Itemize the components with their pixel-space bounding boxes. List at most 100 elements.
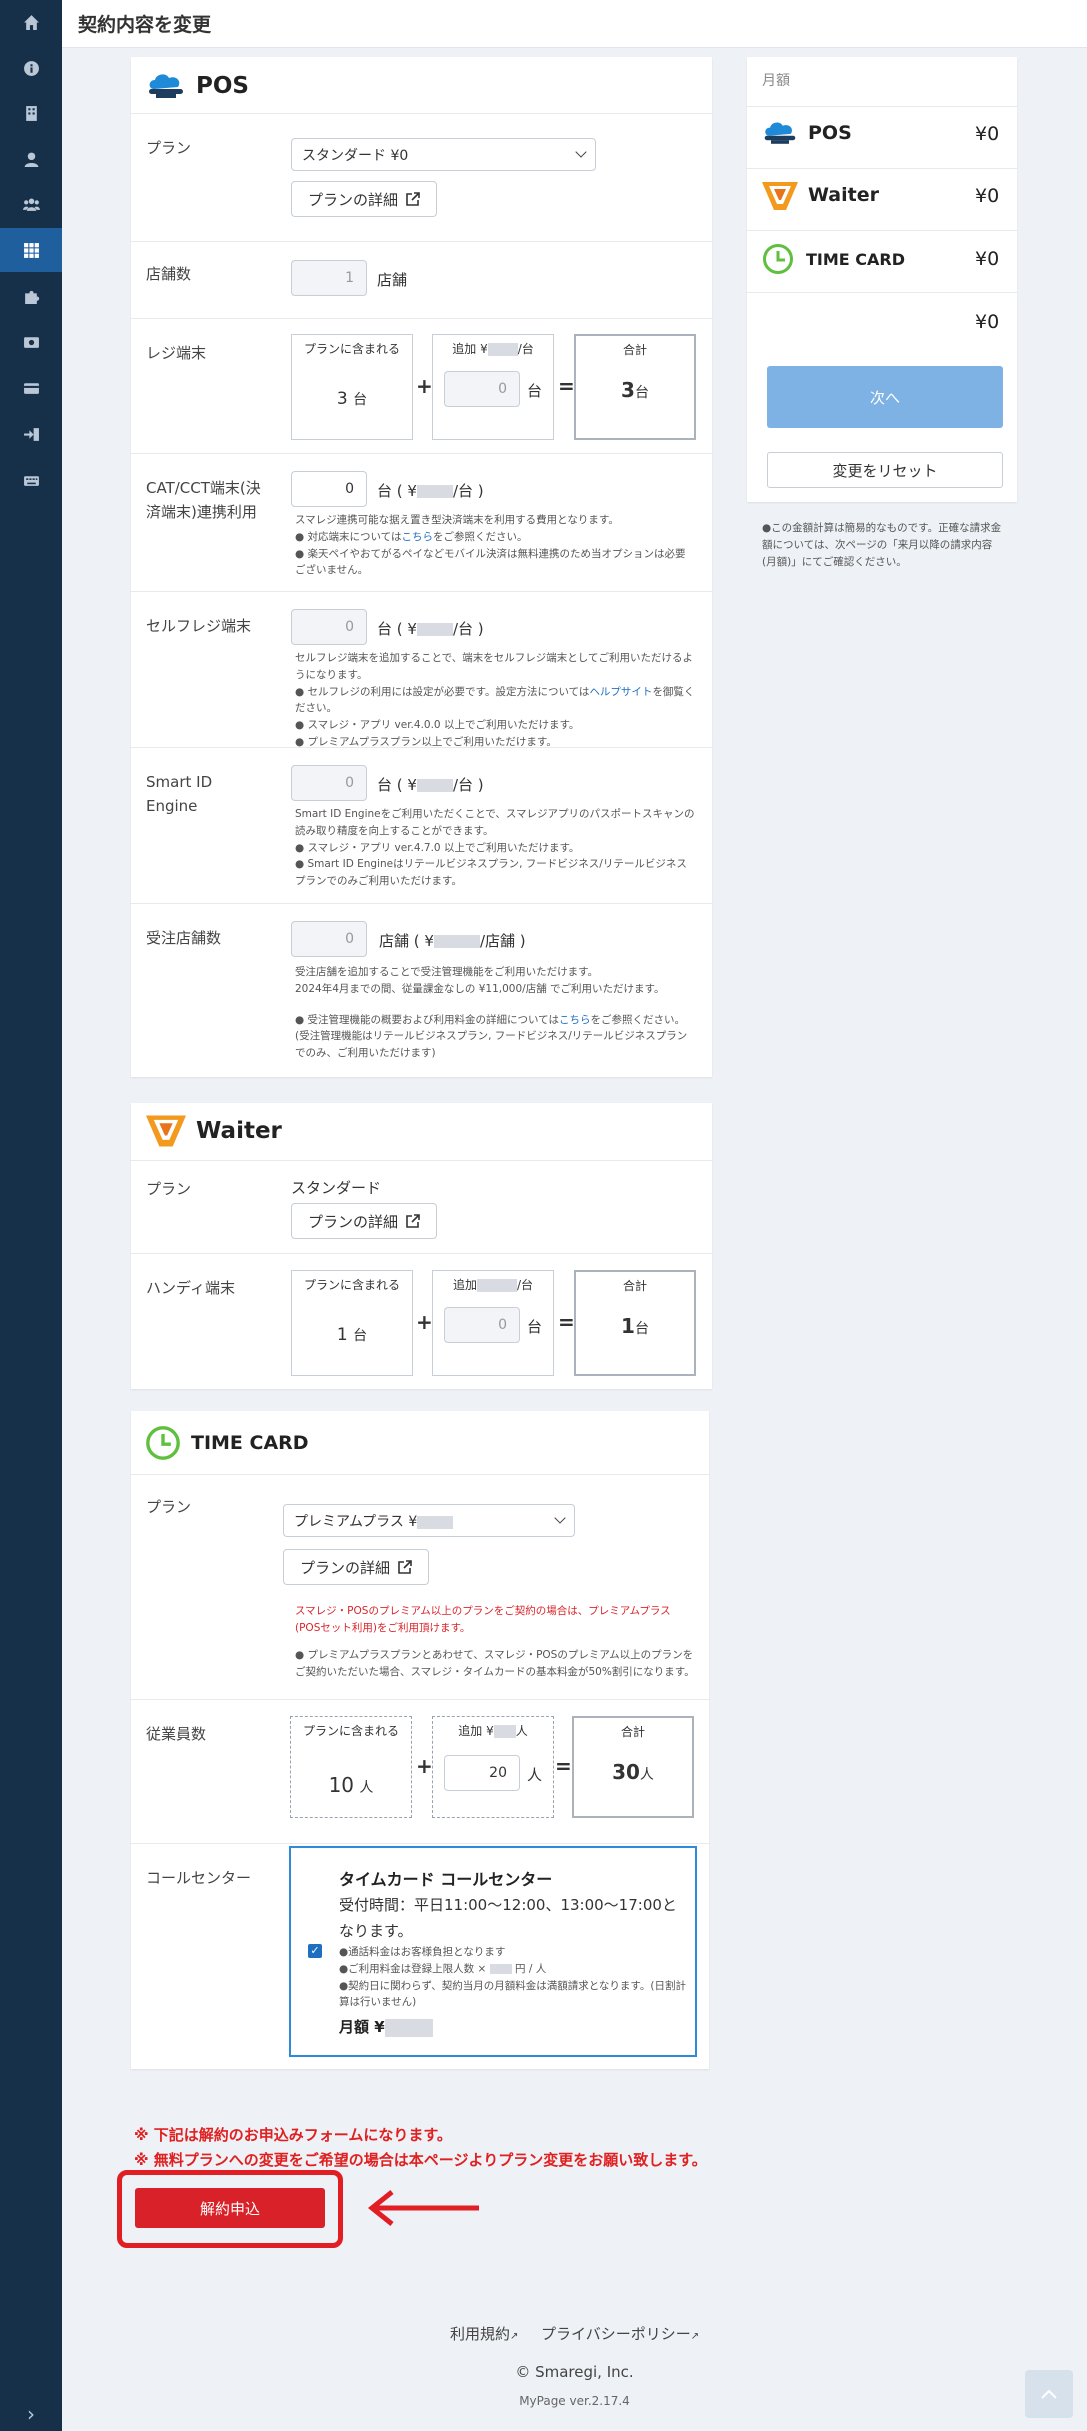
reset-button[interactable]: 変更をリセット — [767, 452, 1003, 488]
total-label: 合計 — [620, 1725, 645, 1739]
unit-label: 台 — [634, 1321, 649, 1337]
timecard-total-box: 合計 30人 — [572, 1716, 694, 1818]
pos-register-included-box: プランに含まれる 3 台 — [291, 334, 413, 440]
note-line: ● Smart ID Engineはリテールビジネスプラン, フードビジネス/リ… — [295, 858, 687, 888]
building-icon[interactable] — [15, 97, 47, 129]
waiter-handy-label: ハンディ端末 — [146, 1279, 235, 1297]
waiter-additional-box: 追加/台 0 台 — [432, 1270, 554, 1376]
note-text: ● セルフレジの利用には設定が必要です。設定方法については — [295, 685, 590, 698]
waiter-logo-icon — [146, 1115, 186, 1147]
note-line: ●通話料金はお客様負担となります — [339, 1946, 506, 1958]
unit-paren: 店舗 ( ¥ — [379, 932, 434, 950]
money-icon[interactable] — [15, 326, 47, 358]
included-value: 1 台 — [292, 1325, 412, 1345]
timecard-staff-label: 従業員数 — [146, 1725, 207, 1743]
help-site-link[interactable]: ヘルプサイト — [589, 686, 652, 698]
external-link-icon — [398, 1560, 412, 1574]
timecard-note: ● プレミアムプラスプランとあわせて、スマレジ・POSのプレミアム以上のプランを… — [295, 1649, 695, 1678]
masked-price — [476, 1279, 517, 1292]
here-link[interactable]: こちら — [401, 531, 433, 543]
next-button[interactable]: 次へ — [767, 366, 1003, 428]
pos-order-input[interactable]: 0 — [291, 921, 367, 957]
callcenter-title: タイムカード コールセンター — [339, 1870, 553, 1889]
waiter-plan-row: プラン スタンダード プランの詳細 — [131, 1160, 712, 1256]
version: MyPage ver.2.17.4 — [519, 2394, 630, 2408]
external-link-icon — [406, 192, 420, 206]
here-link[interactable]: こちら — [559, 1014, 591, 1026]
timecard-plan-select-value: プレミアムプラス ¥ — [294, 1514, 418, 1530]
summary-divider — [747, 230, 1017, 231]
note-line: ●契約日に関わらず、契約当月の月額料金は満額請求となります。(日割計算は行いませ… — [339, 1979, 686, 2009]
timecard-plan-select[interactable]: プレミアムプラス ¥ — [283, 1504, 575, 1537]
scroll-top-button[interactable] — [1025, 2370, 1073, 2418]
timecard-additional-input[interactable]: 20 — [444, 1755, 520, 1791]
puzzle-icon[interactable] — [15, 280, 47, 312]
summary-divider — [747, 168, 1017, 169]
callcenter-checkbox[interactable]: ✓ — [308, 1944, 322, 1958]
masked-price — [384, 2018, 433, 2037]
masked-price — [489, 1963, 512, 1974]
waiter-included-box: プランに含まれる 1 台 — [291, 1270, 413, 1376]
timecard-plan-detail-button[interactable]: プランの詳細 — [283, 1549, 430, 1585]
unit-paren-end: /台 ) — [452, 620, 484, 638]
equals-sign: = — [558, 374, 575, 398]
pos-order-notes: 受注店舗を追加することで受注管理機能をご利用いただけます。 2024年4月までの… — [295, 964, 695, 1062]
home-icon[interactable] — [15, 6, 47, 38]
waiter-additional-input[interactable]: 0 — [444, 1307, 520, 1343]
arrow-left-icon — [367, 2190, 479, 2226]
users-icon[interactable] — [15, 188, 47, 220]
total-label: 合計 — [622, 343, 647, 357]
cancel-contract-button[interactable]: 解約申込 — [135, 2188, 325, 2228]
pos-cat-input[interactable]: 0 — [291, 471, 367, 507]
terms-link[interactable]: 利用規約↗ — [450, 2323, 518, 2344]
timecard-staff-row: 従業員数 プランに含まれる 10 人 + 追加 ¥ 人 20 人 = 合計 30人 — [131, 1699, 709, 1843]
included-label: プランに含まれる — [303, 1724, 400, 1738]
pos-cat-notes: スマレジ連携可能な据え置き型決済端末を利用する費用となります。 ● 対応端末につ… — [295, 512, 695, 579]
note-line: ● スマレジ・アプリ ver.4.7.0 以上でご利用いただけます。 — [295, 841, 580, 854]
pos-order-row: 受注店舗数 0 店舗 ( ¥ /店舗 ) 受注店舗を追加することで受注管理機能をご… — [131, 903, 712, 1077]
pos-cat-row: CAT/CCT端末(決済端末)連携利用 0 台 ( ¥ /台 ) スマレジ連携可能… — [131, 453, 712, 591]
callcenter-hours: 受付時間：平日11:00〜12:00、13:00〜17:00となります。 — [339, 1896, 677, 1941]
pos-stores-row: 店舗数 1 店舗 — [131, 241, 712, 318]
pos-self-input[interactable]: 0 — [291, 609, 367, 645]
chevron-down-icon — [554, 1512, 566, 1524]
pos-plan-select[interactable]: スタンダード ¥0 — [291, 138, 596, 171]
pos-smartid-input[interactable]: 0 — [291, 765, 367, 801]
per-unit-label: /台 — [516, 1278, 534, 1292]
chevron-down-icon — [575, 146, 587, 158]
sidebar-item-contract[interactable] — [0, 228, 62, 272]
pos-stores-unit: 店舗 — [377, 271, 408, 289]
info-icon[interactable] — [15, 52, 47, 84]
sign-in-icon[interactable] — [15, 418, 47, 450]
pos-smartid-label: Smart ID Engine — [146, 773, 213, 815]
additional-label: 追加 ¥ 人 — [433, 1724, 553, 1740]
unit-paren-end: /店舗 ) — [479, 932, 526, 950]
note-line: ●ご利用料金は登録上限人数 × 円 / 人 — [339, 1961, 689, 1978]
callcenter-option[interactable]: ✓ タイムカード コールセンター 受付時間：平日11:00〜12:00、13:0… — [289, 1846, 697, 2057]
pos-register-total-box: 合計 3台 — [574, 334, 696, 440]
summary-total: ¥0 — [975, 311, 1000, 333]
pos-register-additional-input[interactable]: 0 — [444, 371, 520, 407]
pos-plan-detail-button[interactable]: プランの詳細 — [291, 181, 438, 217]
waiter-total-number: 1 — [621, 1314, 635, 1338]
summary-waiter-price: ¥0 — [975, 185, 1000, 207]
waiter-title: Waiter — [196, 1118, 282, 1144]
pos-stores-input[interactable]: 1 — [291, 260, 367, 296]
summary-note: ●この金額計算は簡易的なものです。正確な請求金額については、次ページの「来月以降… — [762, 522, 1002, 568]
card-icon[interactable] — [15, 372, 47, 404]
additional-label: 追加 ¥ /台 — [433, 342, 553, 358]
pos-card: POS プラン スタンダード ¥0 プランの詳細 店舗数 1 店舗 レジ端末 プ… — [131, 57, 712, 1077]
privacy-link[interactable]: プライバシーポリシー↗ — [541, 2323, 699, 2344]
waiter-card: Waiter プラン スタンダード プランの詳細 ハンディ端末 プランに含まれる… — [131, 1103, 712, 1389]
page-header: 契約内容を変更 — [62, 0, 1087, 48]
note-text: ● 受注管理機能の概要および利用料金の詳細については — [295, 1013, 559, 1026]
pos-plan-select-value: スタンダード ¥0 — [302, 148, 409, 164]
user-icon[interactable] — [15, 143, 47, 175]
unit-paren: 台 ( ¥ — [377, 620, 417, 638]
pos-stores-label: 店舗数 — [146, 265, 192, 283]
waiter-plan-detail-button[interactable]: プランの詳細 — [291, 1203, 438, 1239]
note-line: (受注管理機能はリテールビジネスプラン, フードビジネス/リテールビジネスプラン… — [295, 1030, 688, 1060]
pos-smartid-notes: Smart ID Engineをご利用いただくことで、スマレジアプリのパスポート… — [295, 806, 695, 890]
note-line: スマレジ連携可能な据え置き型決済端末を利用する費用となります。 — [295, 514, 619, 526]
keyboard-icon[interactable] — [15, 464, 47, 496]
